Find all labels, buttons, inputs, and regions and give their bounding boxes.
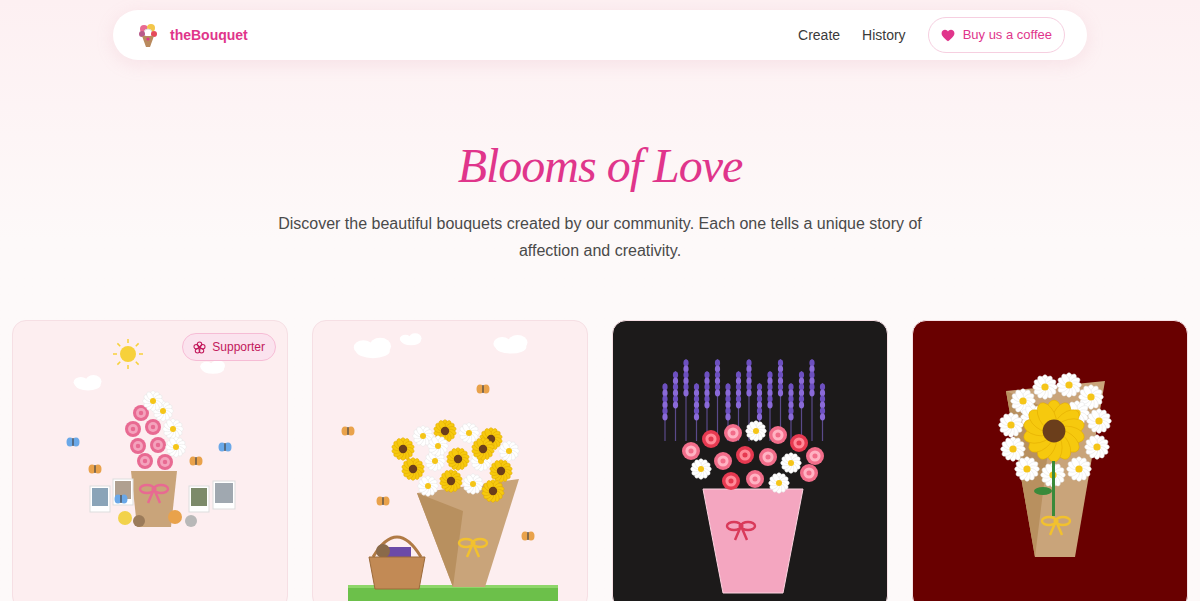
supporter-badge: Supporter	[182, 333, 276, 361]
hero-description: Discover the beautiful bouquets created …	[250, 210, 950, 264]
bouquet-card[interactable]	[612, 320, 888, 601]
bouquet-card[interactable]	[912, 320, 1188, 601]
nav-links: Create History Buy us a coffee	[798, 17, 1065, 53]
header: theBouquet Create History Buy us a coffe…	[0, 0, 1200, 60]
bouquet-illustration	[313, 321, 588, 601]
bouquet-illustration	[913, 321, 1188, 601]
bouquet-logo-icon	[137, 22, 159, 48]
bouquet-illustration	[13, 321, 288, 601]
brand-link[interactable]: theBouquet	[137, 22, 248, 48]
hero: Blooms of Love Discover the beautiful bo…	[0, 60, 1200, 264]
page: theBouquet Create History Buy us a coffe…	[0, 0, 1200, 601]
coffee-label: Buy us a coffee	[963, 25, 1052, 45]
bouquet-grid: Supporter	[0, 320, 1200, 601]
heart-icon	[941, 29, 955, 42]
badge-label: Supporter	[212, 338, 265, 356]
navbar: theBouquet Create History Buy us a coffe…	[113, 10, 1087, 60]
create-link[interactable]: Create	[798, 25, 840, 46]
flower-icon	[193, 341, 206, 354]
bouquet-card[interactable]: Supporter	[12, 320, 288, 601]
bouquet-card[interactable]	[312, 320, 588, 601]
coffee-button[interactable]: Buy us a coffee	[928, 17, 1065, 53]
bouquet-illustration	[613, 321, 888, 601]
history-link[interactable]: History	[862, 25, 906, 46]
hero-title: Blooms of Love	[458, 138, 743, 194]
brand-name: theBouquet	[170, 25, 248, 46]
